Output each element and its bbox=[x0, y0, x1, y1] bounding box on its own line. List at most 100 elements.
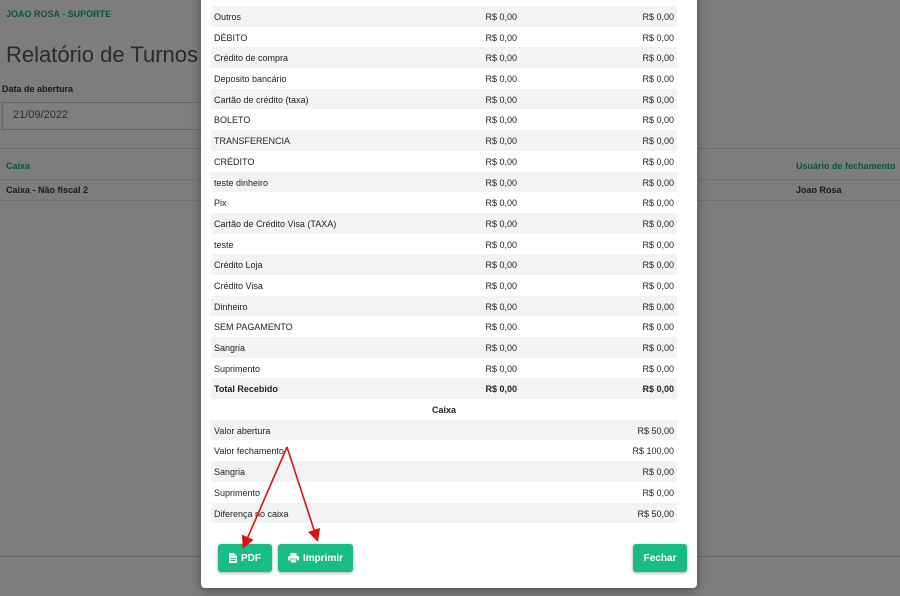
row-value-received: R$ 0,00 bbox=[485, 198, 517, 209]
row-value-received: R$ 0,00 bbox=[485, 218, 517, 229]
row-label: Sangria bbox=[214, 467, 246, 478]
table-row: Cartão de Crédito Visa (TAXA) R$ 0,00 R$ 0… bbox=[211, 212, 677, 234]
row-value: R$ 0,00 bbox=[642, 467, 674, 478]
table-row: SEM PAGAMENTO R$ 0,00 R$ 0,00 bbox=[211, 316, 677, 337]
row-value-received: R$ 0,00 bbox=[485, 177, 517, 188]
row-value-received: R$ 0,00 bbox=[485, 32, 517, 43]
row-label: SEM PAGAMENTO bbox=[214, 322, 293, 333]
table-row: Valor fechamento R$ 100,00 bbox=[211, 440, 677, 461]
table-row: Outros R$ 0,00 R$ 0,00 bbox=[211, 6, 677, 27]
row-label: Valor abertura bbox=[214, 425, 271, 436]
row-label: CRÉDITO bbox=[214, 156, 255, 167]
row-label: BOLETO bbox=[214, 115, 251, 126]
table-row: Crédito Visa R$ 0,00 R$ 0,00 bbox=[211, 275, 677, 296]
row-value: R$ 0,00 bbox=[642, 487, 674, 498]
row-label: Suprimento bbox=[214, 363, 261, 374]
row-value-received: R$ 0,00 bbox=[485, 280, 517, 291]
row-value: R$ 50,00 bbox=[637, 425, 674, 436]
row-label: Valor fechamento bbox=[214, 446, 284, 457]
table-row: Valor abertura R$ 50,00 bbox=[211, 419, 677, 441]
table-row: Cartão de crédito (taxa) R$ 0,00 R$ 0,00 bbox=[211, 88, 677, 110]
row-label: Pix bbox=[214, 198, 227, 209]
row-label: teste dinheiro bbox=[214, 177, 269, 188]
row-value-informed: R$ 0,00 bbox=[642, 136, 674, 147]
table-row: Deposito bancário R$ 0,00 R$ 0,00 bbox=[211, 68, 677, 89]
shift-report-modal: Outros R$ 0,00 R$ 0,00 DÉBITO R$ 0,00 R$ 0,00… bbox=[201, 0, 697, 588]
row-label: TRANSFERENCIA bbox=[214, 136, 291, 147]
row-value-informed: R$ 0,00 bbox=[642, 363, 674, 374]
table-row: Sangria R$ 0,00 bbox=[211, 461, 677, 482]
table-row: Sangria R$ 0,00 R$ 0,00 bbox=[211, 337, 677, 358]
row-label: teste bbox=[214, 239, 234, 250]
row-label: Deposito bancário bbox=[214, 74, 287, 85]
row-value-received: R$ 0,00 bbox=[485, 53, 517, 64]
pdf-button-label: PDF bbox=[241, 552, 261, 564]
row-label: Dinheiro bbox=[214, 301, 248, 312]
row-label: Crédito Visa bbox=[214, 280, 263, 291]
table-row: DÉBITO R$ 0,00 R$ 0,00 bbox=[211, 27, 677, 48]
caixa-section-label: Caixa bbox=[431, 405, 457, 416]
caixa-section-title: Caixa bbox=[211, 399, 677, 420]
row-value-received: R$ 0,00 bbox=[485, 12, 517, 22]
pdf-button[interactable]: PDF bbox=[218, 544, 272, 572]
table-row: Suprimento R$ 0,00 R$ 0,00 bbox=[211, 358, 677, 379]
row-value-informed: R$ 0,00 bbox=[642, 74, 674, 85]
table-row: Pix R$ 0,00 R$ 0,00 bbox=[211, 192, 677, 213]
table-row: BOLETO R$ 0,00 R$ 0,00 bbox=[211, 109, 677, 130]
table-row: CRÉDITO R$ 0,00 R$ 0,00 bbox=[211, 151, 677, 172]
row-value-informed: R$ 0,00 bbox=[642, 239, 674, 250]
row-value-informed: R$ 0,00 bbox=[642, 32, 674, 43]
row-value: R$ 50,00 bbox=[637, 508, 674, 519]
row-value-informed: R$ 0,00 bbox=[642, 301, 674, 312]
table-row: TRANSFERENCIA R$ 0,00 R$ 0,00 bbox=[211, 130, 677, 151]
row-value: R$ 100,00 bbox=[632, 446, 674, 457]
row-value-informed: R$ 0,00 bbox=[642, 177, 674, 188]
row-value-received: R$ 0,00 bbox=[485, 343, 517, 353]
row-label: DÉBITO bbox=[214, 32, 248, 43]
row-value-informed: R$ 0,00 bbox=[642, 198, 674, 209]
print-button[interactable]: Imprimir bbox=[278, 544, 353, 572]
row-label: Diferença no caixa bbox=[214, 508, 289, 519]
row-value-received: R$ 0,00 bbox=[485, 301, 517, 312]
row-value-informed: R$ 0,00 bbox=[642, 94, 674, 105]
table-row: Dinheiro R$ 0,00 R$ 0,00 bbox=[211, 295, 677, 317]
row-value-informed: R$ 0,00 bbox=[642, 343, 674, 353]
row-value-received: R$ 0,00 bbox=[485, 260, 517, 271]
row-value-received: R$ 0,00 bbox=[485, 384, 517, 395]
row-value-informed: R$ 0,00 bbox=[642, 280, 674, 291]
row-value-informed: R$ 0,00 bbox=[642, 53, 674, 64]
row-value-received: R$ 0,00 bbox=[485, 74, 517, 85]
row-value-informed: R$ 0,00 bbox=[642, 156, 674, 167]
table-row: Crédito Loja R$ 0,00 R$ 0,00 bbox=[211, 254, 677, 275]
file-pdf-icon bbox=[229, 553, 237, 563]
row-value-informed: R$ 0,00 bbox=[642, 260, 674, 271]
table-row: Suprimento R$ 0,00 bbox=[211, 482, 677, 503]
table-row: Crédito de compra R$ 0,00 R$ 0,00 bbox=[211, 47, 677, 69]
table-row: Diferença no caixa R$ 50,00 bbox=[211, 502, 677, 524]
print-button-label: Imprimir bbox=[302, 552, 343, 564]
row-value-informed: R$ 0,00 bbox=[642, 384, 674, 395]
row-value-informed: R$ 0,00 bbox=[642, 12, 674, 22]
row-label: Cartão de crédito (taxa) bbox=[214, 94, 309, 105]
row-value-received: R$ 0,00 bbox=[485, 115, 517, 126]
row-value-received: R$ 0,00 bbox=[485, 94, 517, 105]
row-label: Crédito Loja bbox=[214, 260, 263, 271]
row-label: Total Recebido bbox=[214, 384, 278, 395]
table-row: teste dinheiro R$ 0,00 R$ 0,00 bbox=[211, 171, 677, 193]
row-value-received: R$ 0,00 bbox=[485, 156, 517, 167]
row-value-received: R$ 0,00 bbox=[485, 136, 517, 147]
row-label: Sangria bbox=[214, 343, 246, 353]
row-label: Crédito de compra bbox=[214, 53, 289, 64]
payment-table: Outros R$ 0,00 R$ 0,00 DÉBITO R$ 0,00 R$ 0,00… bbox=[211, 6, 677, 524]
close-button[interactable]: Fechar bbox=[633, 544, 687, 572]
row-value-informed: R$ 0,00 bbox=[642, 218, 674, 229]
row-value-informed: R$ 0,00 bbox=[642, 322, 674, 333]
row-label: Outros bbox=[214, 12, 242, 22]
row-label: Cartão de Crédito Visa (TAXA) bbox=[214, 218, 337, 229]
row-value-received: R$ 0,00 bbox=[485, 239, 517, 250]
printer-icon bbox=[287, 553, 299, 563]
row-value-received: R$ 0,00 bbox=[485, 322, 517, 333]
total-row: Total Recebido R$ 0,00 R$ 0,00 bbox=[211, 378, 677, 400]
row-value-informed: R$ 0,00 bbox=[642, 115, 674, 126]
table-row: teste R$ 0,00 R$ 0,00 bbox=[211, 234, 677, 255]
